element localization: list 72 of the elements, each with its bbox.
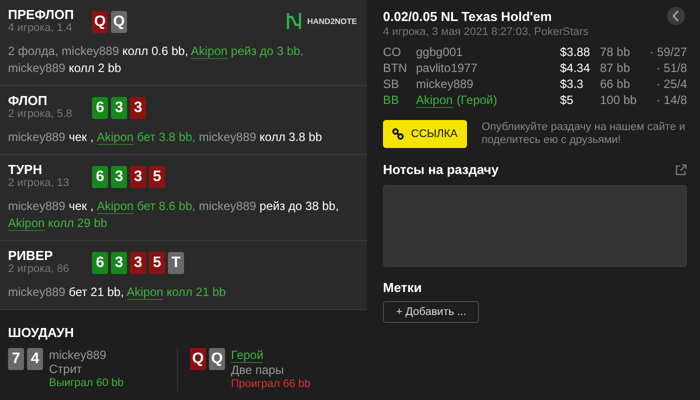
link-icon bbox=[392, 128, 404, 140]
player-stats: · 25/4 bbox=[656, 76, 687, 92]
showdown-title: ШОУДАУН bbox=[8, 325, 75, 340]
player-stats: · 59/27 bbox=[650, 44, 687, 60]
link-button[interactable]: ССЫЛКА bbox=[383, 120, 467, 148]
external-link-icon[interactable] bbox=[675, 164, 687, 176]
playing-card: 6 bbox=[92, 252, 108, 274]
add-tag-button[interactable]: + Добавить ... bbox=[383, 301, 480, 323]
playing-card: Q bbox=[190, 348, 206, 370]
logo-text: HAND2NOTE bbox=[307, 16, 357, 26]
street-info: 4 игрока, 1.4 bbox=[8, 22, 74, 35]
player-name: pavlito1977 bbox=[416, 61, 478, 75]
player-name: Герой bbox=[231, 348, 264, 363]
player-stats: · 14/8 bbox=[656, 92, 687, 108]
notes-title: Нотсы на раздачу bbox=[383, 162, 499, 177]
playing-card: 3 bbox=[111, 252, 127, 274]
result-text: Выиграл 60 bb bbox=[49, 376, 124, 390]
stack-bb: 87 bb bbox=[600, 60, 632, 76]
hand-subtitle: 4 игрока, 3 мая 2021 8:27:03, PokerStars bbox=[383, 26, 588, 38]
player-name: ggbg001 bbox=[416, 45, 463, 59]
street-title: РИВЕР bbox=[8, 248, 54, 263]
playing-card: 3 bbox=[111, 166, 127, 188]
stack-amount: $5 bbox=[560, 92, 574, 108]
playing-card: 5 bbox=[149, 166, 165, 188]
hand-title: 0.02/0.05 NL Texas Hold'em bbox=[383, 9, 553, 24]
playing-card: 3 bbox=[130, 97, 146, 119]
position-label: BTN bbox=[383, 60, 408, 76]
street-info: 2 игрока, 13 bbox=[8, 177, 70, 190]
street-title: ТУРН bbox=[8, 162, 44, 177]
notes-field[interactable] bbox=[383, 185, 687, 267]
hand-rank: Две пары bbox=[231, 363, 284, 377]
hand-rank: Стрит bbox=[49, 362, 82, 376]
playing-card: Q bbox=[111, 11, 127, 33]
stack-bb: 100 bb bbox=[600, 92, 638, 108]
action-line: mickey889 чек , Akipon бет 8.6 bb, mickey889 рейз до 38 bb, Akipon колл 29 bb bbox=[8, 198, 340, 232]
street-info: 2 игрока, 86 bbox=[8, 263, 70, 276]
share-text: Опубликуйте раздачу на нашем сайте и поделитесь ею с друзьями! bbox=[482, 121, 686, 147]
player-name: mickey889 bbox=[416, 77, 474, 91]
playing-card: 5 bbox=[149, 252, 165, 274]
playing-card: 3 bbox=[111, 97, 127, 119]
street-title: ФЛОП bbox=[8, 93, 48, 108]
action-line: mickey889 бет 21 bb, Akipon колл 21 bb bbox=[8, 284, 227, 301]
stack-bb: 78 bb bbox=[600, 44, 632, 60]
stack-amount: $3.88 bbox=[560, 44, 592, 60]
playing-card: 3 bbox=[130, 166, 146, 188]
action-line: mickey889 чек , Akipon бет 3.8 bb, mickey889 колл 3.8 bb bbox=[8, 129, 324, 146]
position-label: BB bbox=[383, 92, 400, 108]
tags-title: Метки bbox=[383, 280, 423, 295]
stack-amount: $4.34 bbox=[560, 60, 592, 76]
action-line: 2 фолда, mickey889 колл 0.6 bb, Akipon рейз до 3 bb, mickey889 колл 2 bb bbox=[8, 43, 305, 77]
player-stats: · 51/8 bbox=[656, 60, 687, 76]
position-label: CO bbox=[383, 44, 402, 60]
logo-icon bbox=[286, 12, 302, 30]
playing-card: 6 bbox=[92, 166, 108, 188]
result-text: Проиграл 66 bb bbox=[231, 377, 311, 391]
stack-amount: $3.3 bbox=[560, 76, 584, 92]
back-button[interactable] bbox=[667, 7, 685, 25]
playing-card: T bbox=[168, 252, 184, 274]
playing-card: 4 bbox=[27, 348, 43, 370]
player-name: mickey889 bbox=[49, 348, 106, 362]
playing-card: Q bbox=[92, 11, 108, 33]
playing-card: 6 bbox=[92, 97, 108, 119]
player-name: Akipon bbox=[416, 93, 453, 108]
stack-bb: 66 bb bbox=[600, 76, 632, 92]
position-label: SB bbox=[383, 76, 400, 92]
street-title: ПРЕФЛОП bbox=[8, 7, 75, 22]
chevron-left-icon bbox=[672, 10, 680, 22]
playing-card: 3 bbox=[130, 252, 146, 274]
hero-tag: (Герой) bbox=[456, 93, 498, 107]
playing-card: Q bbox=[209, 348, 225, 370]
street-info: 2 игрока, 5.8 bbox=[8, 108, 74, 121]
playing-card: 7 bbox=[8, 348, 24, 370]
